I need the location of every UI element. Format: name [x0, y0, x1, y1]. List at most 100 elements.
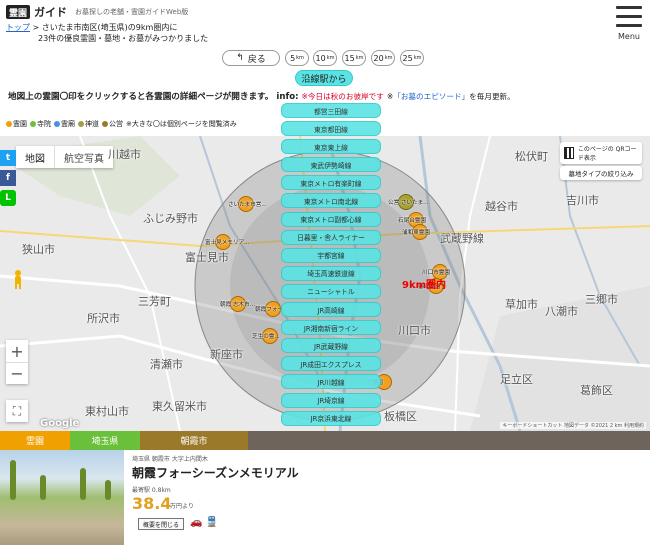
map-place-label: 越谷市 [485, 200, 518, 213]
cemetery-pin-label: さいたま市営... [228, 202, 267, 208]
rail-line-button[interactable]: JR高崎線 [281, 302, 381, 318]
menu-label: Menu [618, 32, 640, 41]
cemetery-photo [0, 450, 124, 545]
km-20-button[interactable]: 20 km [371, 50, 395, 66]
rail-line-button[interactable]: JR川越線 [281, 374, 381, 390]
map-attribution[interactable]: キーボードショートカット 地図データ ©2021 2 km 利用規約 [500, 422, 646, 429]
map-place-label: 草加市 [505, 298, 538, 311]
rail-line-button[interactable]: 宇都宮線 [281, 247, 381, 263]
km-15-button[interactable]: 15 km [342, 50, 366, 66]
google-logo: Google [40, 418, 80, 429]
zoom-controls: + − [6, 340, 28, 384]
legend-item: 霊園 [6, 119, 27, 129]
info-line: 地図上の霊園〇印をクリックすると各霊園の詳細ページが開きます。 info: ※今… [8, 90, 515, 102]
rail-line-button[interactable]: 東京都田線 [281, 121, 381, 137]
legend-item: 霊廟 [54, 119, 75, 129]
map-place-label: 所沢市 [87, 312, 120, 325]
legend-label: 霊廟 [61, 120, 75, 128]
map-place-label: 川口市 [398, 324, 431, 337]
rail-line-button[interactable]: JR武蔵野線 [281, 338, 381, 354]
cemetery-pin-label: 芝生の霊... [252, 334, 280, 340]
twitter-icon[interactable]: t [0, 150, 16, 166]
facebook-icon[interactable]: f [0, 170, 16, 186]
filter-type-button[interactable]: 墓地タイプの絞り込み [560, 166, 642, 180]
zoom-in-button[interactable]: + [6, 340, 28, 362]
category-bar: 霊園 埼玉県 朝霞市 [0, 431, 650, 450]
tab-satellite[interactable]: 航空写真 [54, 146, 113, 168]
rail-line-button[interactable]: 埼玉高速鉄道線 [281, 265, 381, 281]
back-button[interactable]: ↰ 戻る [222, 50, 280, 66]
breadcrumb: トップ > さいたま市南区(埼玉県)の9km圏内に 23件の優良霊園・墓地・お墓… [6, 22, 246, 44]
radius-label: 9km圏内 [402, 280, 447, 291]
legend-dot-icon [54, 121, 60, 127]
map-place-label: 東村山市 [85, 405, 129, 418]
cemetery-pin-label: 浦和東霊園 [402, 230, 430, 236]
episode-link[interactable]: 「お墓のエピソード」 [393, 92, 469, 101]
km-unit: km [413, 55, 422, 61]
km-unit: km [296, 55, 304, 61]
km-value: 5 [290, 53, 296, 63]
km-value: 15 [344, 53, 355, 63]
map-place-label: 新座市 [210, 348, 243, 361]
km-10-button[interactable]: 10 km [313, 50, 337, 66]
legend-dot-icon [78, 121, 84, 127]
menu-button[interactable]: Menu [616, 6, 642, 41]
category-city[interactable]: 朝霞市 [140, 431, 248, 450]
km-value: 20 [373, 53, 384, 63]
street-view-pegman-icon[interactable] [12, 270, 24, 290]
info-label: info: [276, 92, 299, 102]
qr-code-button[interactable]: このページの QRコード表示 [560, 142, 642, 164]
cemetery-pin-label: 公営 さいたま... [388, 200, 429, 206]
cemetery-pin-label: 富士見メモリア... [205, 240, 250, 246]
legend-dot-icon [6, 121, 12, 127]
rail-line-button[interactable]: 日暮里・舎人ライナー [281, 229, 381, 245]
map-place-label: 足立区 [500, 373, 533, 386]
rail-line-button[interactable]: 東京メトロ南北線 [281, 193, 381, 209]
access-icons: 🚗 🚆 [190, 517, 218, 528]
rail-line-button[interactable]: JR湘南新宿ライン [281, 320, 381, 336]
km-5-button[interactable]: 5 km [285, 50, 309, 66]
card-address: 埼玉県 朝霞市 大字上内間木 [132, 456, 208, 463]
breadcrumb-top-link[interactable]: トップ [6, 23, 30, 32]
logo-text: ガイド [34, 6, 67, 19]
legend-label: 寺院 [37, 120, 51, 128]
rail-line-button[interactable]: JR成田エクスプレス [281, 356, 381, 372]
legend-note: ※大きな〇は個別ページを閲覧済み [126, 120, 237, 128]
rail-line-button[interactable]: 東京メトロ有楽町線 [281, 175, 381, 191]
map-place-label: 武蔵野線 [440, 232, 484, 245]
legend-dot-icon [30, 121, 36, 127]
breadcrumb-line2: 23件の優良霊園・墓地・お墓がみつかりました [38, 34, 209, 43]
rail-line-button[interactable]: JR埼京線 [281, 392, 381, 408]
legend-label: 神道 [85, 120, 99, 128]
card-title[interactable]: 朝霞フォーシーズンメモリアル [132, 464, 299, 481]
km-25-button[interactable]: 25 km [400, 50, 424, 66]
tab-map[interactable]: 地図 [16, 146, 54, 168]
rail-line-button[interactable]: 東京メトロ副都心線 [281, 211, 381, 227]
back-label: 戻る [247, 54, 266, 65]
rail-station-button[interactable]: 沿線駅から [295, 70, 353, 86]
map-place-label: ふじみ野市 [143, 212, 198, 225]
rail-line-button[interactable]: 東京東上線 [281, 139, 381, 155]
category-prefecture[interactable]: 埼玉県 [70, 431, 140, 450]
qr-code-label: このページの QRコード表示 [577, 146, 637, 162]
zoom-out-button[interactable]: − [6, 362, 28, 384]
legend-item: 公営 [102, 119, 123, 129]
hamburger-icon-bar-2 [616, 15, 642, 18]
category-cemetery[interactable]: 霊園 [0, 431, 70, 450]
map-place-label: 葛飾区 [580, 384, 613, 397]
rail-line-button[interactable]: JR京浜東北線 [281, 410, 381, 426]
breadcrumb-separator: > [32, 23, 42, 32]
rail-line-button[interactable]: ニューシャトル [281, 283, 381, 299]
line-icon[interactable]: L [0, 190, 16, 206]
site-logo[interactable]: 霊園 ガイド お墓探しの老舗・霊園ガイドWeb版 [6, 4, 188, 20]
train-icon: 🚆 [205, 517, 218, 528]
fullscreen-button[interactable]: ⛶ [6, 400, 28, 422]
back-arrow-icon: ↰ [236, 53, 244, 63]
close-summary-button[interactable]: 概要を閉じる [138, 518, 184, 530]
car-icon: 🚗 [190, 517, 203, 528]
info-notice: ※今日は秋のお彼岸です [301, 92, 384, 101]
breadcrumb-line1: さいたま市南区(埼玉県)の9km圏内に [41, 23, 178, 32]
rail-line-button[interactable]: 東武伊勢崎線 [281, 157, 381, 173]
rail-line-button[interactable]: 都営三田線 [281, 103, 381, 118]
qr-code-icon [564, 147, 574, 159]
